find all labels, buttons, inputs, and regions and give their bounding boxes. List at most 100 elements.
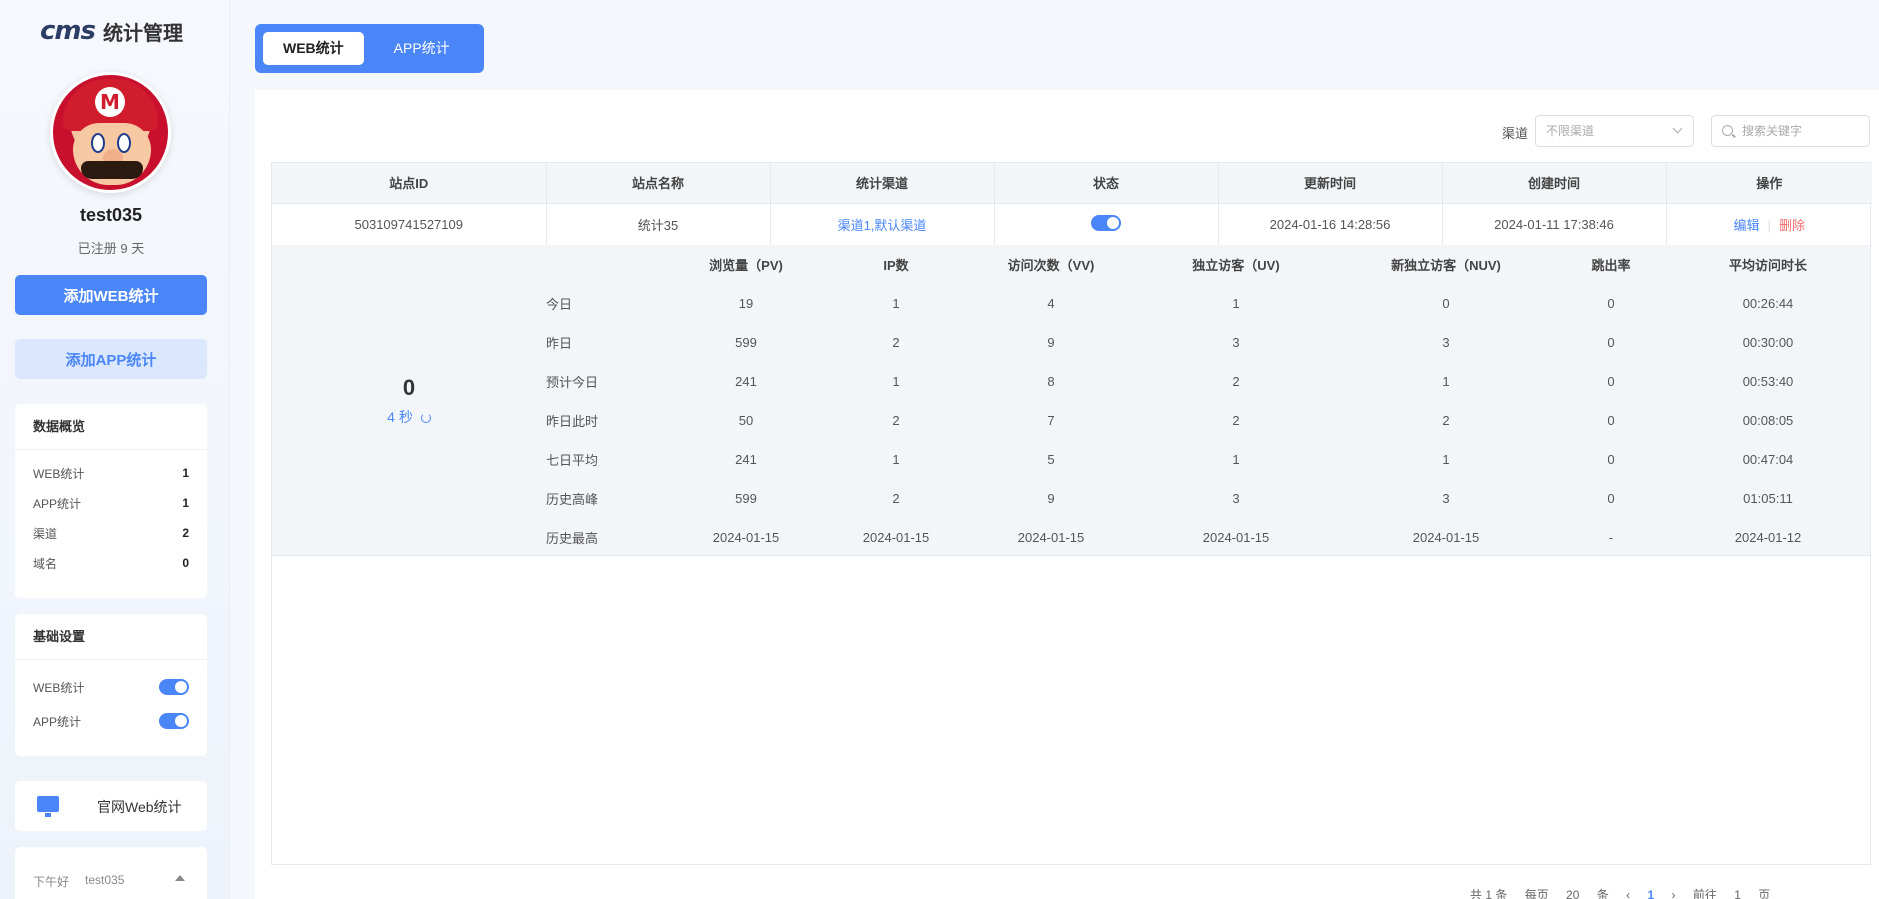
refresh-seconds: 4 秒	[387, 409, 413, 425]
channel-link-text[interactable]: 渠道1,默认渠道	[838, 218, 927, 233]
stats-cell: 599	[735, 491, 757, 506]
pager-current-page[interactable]: 1	[1647, 888, 1654, 899]
stats-cell: 0	[1607, 296, 1615, 311]
stats-cell: 241	[735, 452, 757, 467]
stats-cell: 19	[738, 296, 754, 311]
search-icon	[1722, 125, 1733, 136]
refresh-timer[interactable]: 4 秒	[272, 407, 546, 427]
stats-header: IP数	[883, 258, 909, 273]
stats-cell: 1	[892, 296, 900, 311]
stats-row: 今日 19 1 4 1 0 0 00:26:44	[546, 284, 1870, 323]
next-page-icon[interactable]: ›	[1671, 888, 1675, 899]
stats-header: 独立访客（UV)	[1192, 258, 1280, 273]
stats-header: 跳出率	[1591, 258, 1631, 273]
prev-page-icon[interactable]: ‹	[1626, 888, 1630, 899]
greeting-card[interactable]: 下午好 test035	[15, 847, 207, 899]
stats-cell: 2	[1442, 413, 1450, 428]
search-input[interactable]: 搜索关键字	[1711, 115, 1870, 147]
stats-row-label: 今日	[546, 297, 573, 312]
column-header: 状态	[994, 163, 1219, 204]
overview-value: 1	[182, 466, 189, 480]
overview-row: 渠道 2	[15, 518, 207, 548]
add-app-stat-button[interactable]: 添加APP统计	[15, 339, 207, 379]
delete-button[interactable]: 删除	[1779, 218, 1805, 233]
site-web-stat-link[interactable]: 官网Web统计	[15, 781, 207, 831]
table-header-row: 站点ID 站点名称 统计渠道 状态 更新时间 创建时间 操作	[272, 163, 1872, 204]
status-toggle[interactable]	[1091, 214, 1121, 231]
column-header: 统计渠道	[770, 163, 995, 204]
channel-select-value: 不限渠道	[1546, 124, 1595, 138]
tab-web-stat[interactable]: WEB统计	[263, 32, 364, 65]
stats-cell: 241	[735, 374, 757, 389]
stats-cell: 3	[1232, 491, 1240, 506]
column-header: 更新时间	[1218, 163, 1443, 204]
refresh-icon[interactable]	[420, 413, 431, 424]
tab-app-stat[interactable]: APP统计	[374, 32, 470, 65]
brand-title: 统计管理	[102, 22, 183, 45]
main-panel: 渠道 不限渠道 搜索关键字 站点ID 站点名称 统计渠道 状态 更新时间 创建时…	[255, 90, 1879, 899]
stats-cell: 0	[1442, 296, 1450, 311]
stats-cell: 8	[1047, 374, 1055, 389]
stats-cell: 4	[1047, 296, 1055, 311]
overview-row: 域名 0	[15, 548, 207, 578]
avatar-mustache	[81, 161, 143, 179]
brand-logo: cms	[40, 16, 96, 46]
stats-header: 新独立访客（NUV)	[1391, 258, 1501, 273]
pager-per-page-label: 每页	[1524, 888, 1549, 899]
overview-value: 1	[182, 496, 189, 510]
stats-table: 浏览量（PV) IP数 访问次数（VV) 独立访客（UV) 新独立访客（NUV)…	[546, 245, 1870, 557]
web-stat-toggle[interactable]	[159, 679, 189, 695]
stats-cell: 1	[1442, 374, 1450, 389]
stats-row-label: 历史高峰	[546, 492, 599, 507]
channel-select[interactable]: 不限渠道	[1535, 115, 1694, 147]
stats-cell: 2	[1232, 413, 1240, 428]
stats-cell: 1	[892, 452, 900, 467]
sidebar: cms 统计管理 M test035 已注册 9 天 添加WEB统计 添加APP…	[0, 0, 230, 899]
column-header: 站点ID	[272, 163, 547, 204]
stats-cell: 00:08:05	[1742, 413, 1794, 428]
stats-cell: 3	[1442, 491, 1450, 506]
stats-row: 预计今日 241 1 8 2 1 0 00:53:40	[546, 362, 1870, 401]
registered-days: 已注册 9 天	[77, 241, 145, 256]
site-table-grid: 站点ID 站点名称 统计渠道 状态 更新时间 创建时间 操作 503109741…	[272, 163, 1872, 246]
stats-cell: 0	[1607, 335, 1615, 350]
stats-row: 七日平均 241 1 5 1 1 0 00:47:04	[546, 440, 1870, 479]
stats-row: 昨日 599 2 9 3 3 0 00:30:00	[546, 323, 1870, 362]
chevron-down-icon	[1672, 123, 1683, 134]
overview-row: APP统计 1	[15, 488, 207, 518]
avatar-eye-left	[91, 133, 105, 153]
pager-goto-input[interactable]: 1	[1734, 888, 1741, 899]
site-table: 站点ID 站点名称 统计渠道 状态 更新时间 创建时间 操作 503109741…	[271, 162, 1872, 865]
avatar-cap-badge: M	[95, 87, 125, 117]
stats-cell: 0	[1607, 374, 1615, 389]
stats-cell: 1	[892, 374, 900, 389]
site-channel-link[interactable]: 渠道1,默认渠道	[770, 203, 995, 246]
stats-cell: 00:53:40	[1742, 374, 1794, 389]
setting-row: APP统计	[15, 704, 207, 738]
stats-cell: 0	[1607, 452, 1615, 467]
greeting-user: test035	[85, 873, 125, 887]
stats-cell: 3	[1232, 335, 1240, 350]
stats-cell: 00:26:44	[1742, 296, 1794, 311]
stats-cell: 2	[1232, 374, 1240, 389]
stats-cell: 2024-01-12	[1734, 530, 1802, 545]
avatar[interactable]: M	[50, 72, 171, 193]
stats-cell: 7	[1047, 413, 1055, 428]
edit-button[interactable]: 编辑	[1734, 218, 1760, 233]
search-placeholder: 搜索关键字	[1742, 124, 1803, 138]
add-web-stat-button[interactable]: 添加WEB统计	[15, 275, 207, 315]
pager-per-page-select[interactable]: 20	[1566, 888, 1579, 899]
username: test035	[79, 205, 143, 225]
stats-cell: 2024-01-15	[712, 530, 780, 545]
pager-total: 共 1 条	[1470, 888, 1508, 899]
stats-cell: 2	[892, 335, 900, 350]
caret-up-icon[interactable]	[175, 875, 185, 881]
stats-cell: 0	[1607, 413, 1615, 428]
app-stat-toggle[interactable]	[159, 713, 189, 729]
stats-row-label: 昨日此时	[546, 414, 599, 429]
stats-cell: 2024-01-15	[1017, 530, 1085, 545]
stats-header	[546, 245, 666, 284]
table-row[interactable]: 503109741527109 统计35 渠道1,默认渠道 2024-01-16…	[272, 203, 1872, 246]
stats-cell: 0	[1607, 491, 1615, 506]
site-id: 503109741527109	[272, 203, 547, 246]
